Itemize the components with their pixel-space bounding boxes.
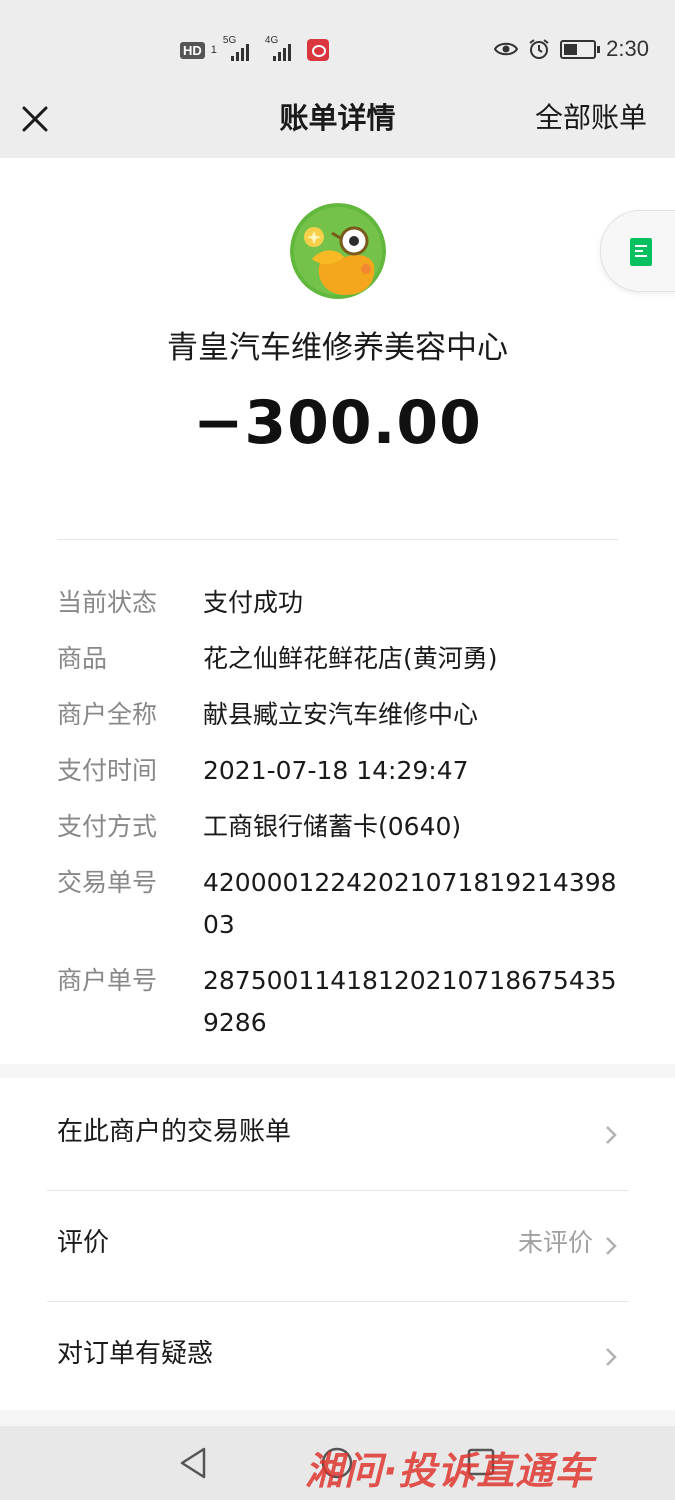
merchant-name: 青皇汽车维修养美容中心 — [167, 330, 508, 366]
detail-label: 商户全称 — [57, 700, 158, 729]
payment-amount: −300.00 — [193, 388, 482, 458]
rate-label: 评价 — [57, 1228, 110, 1258]
signal-4g-icon: 4G — [265, 35, 301, 63]
merchant-avatar — [290, 203, 386, 299]
section-gap — [0, 1064, 675, 1078]
signal-5g-icon: 5G — [223, 35, 259, 63]
rate-item[interactable]: 评价 未评价 — [0, 1191, 675, 1301]
eye-icon — [494, 42, 519, 56]
status-bar: HD 1 5G 4G 2:30 — [0, 0, 675, 96]
detail-row-pay-method: 支付方式 工商银行储蓄卡(0640) — [57, 806, 627, 848]
chevron-right-icon — [606, 1126, 617, 1144]
merchant-bills-label: 在此商户的交易账单 — [57, 1117, 292, 1147]
section-gap — [0, 1410, 675, 1426]
detail-label: 商户单号 — [57, 966, 158, 995]
detail-value[interactable]: 4200001224202107181921439803 — [203, 862, 623, 946]
title-bar: 账单详情 全部账单 — [0, 96, 675, 158]
all-bills-link[interactable]: 全部账单 — [535, 96, 647, 140]
detail-label: 交易单号 — [57, 868, 158, 897]
detail-label: 支付时间 — [57, 756, 158, 785]
receipt-icon — [630, 238, 652, 266]
detail-value: 献县臧立安汽车维修中心 — [203, 700, 479, 729]
status-time: 2:30 — [606, 36, 649, 61]
detail-label: 支付方式 — [57, 812, 158, 841]
chevron-right-icon — [606, 1237, 617, 1255]
duck-avatar-icon — [290, 203, 386, 299]
rate-status: 未评价 — [517, 1228, 593, 1257]
detail-value[interactable]: 287500114181202107186754359286 — [203, 960, 623, 1044]
notification-app-icon — [306, 39, 329, 61]
bill-details: 当前状态 支付成功 商品 花之仙鲜花鲜花店(黄河勇) 商户全称 献县臧立安汽车维… — [57, 582, 627, 1058]
watermark: 湘问·投诉直通车 — [305, 1449, 594, 1493]
detail-row-status: 当前状态 支付成功 — [57, 582, 627, 624]
order-question-label: 对订单有疑惑 — [57, 1339, 214, 1369]
detail-row-merchant-order-id: 商户单号 287500114181202107186754359286 — [57, 960, 627, 1044]
alarm-icon — [529, 39, 549, 59]
detail-label: 当前状态 — [57, 588, 158, 617]
merchant-bills-item[interactable]: 在此商户的交易账单 — [0, 1080, 675, 1190]
battery-icon — [560, 39, 601, 59]
detail-value: 支付成功 — [203, 588, 304, 617]
sim-slot: 1 — [210, 44, 217, 56]
floating-receipt-button[interactable] — [600, 210, 675, 292]
detail-value: 2021-07-18 14:29:47 — [203, 756, 469, 785]
close-icon[interactable] — [18, 102, 52, 136]
detail-value: 工商银行储蓄卡(0640) — [203, 812, 462, 841]
detail-value: 花之仙鲜花鲜花店(黄河勇) — [203, 644, 498, 673]
status-right: 2:30 — [494, 34, 649, 64]
detail-row-pay-time: 支付时间 2021-07-18 14:29:47 — [57, 750, 627, 792]
order-question-item[interactable]: 对订单有疑惑 — [0, 1302, 675, 1412]
hd-badge: HD — [180, 41, 205, 59]
detail-row-product: 商品 花之仙鲜花鲜花店(黄河勇) — [57, 638, 627, 680]
status-left: HD 1 5G 4G — [180, 35, 329, 64]
back-triangle-icon[interactable] — [178, 1446, 208, 1480]
chevron-right-icon — [606, 1348, 617, 1366]
detail-row-transaction-id: 交易单号 4200001224202107181921439803 — [57, 862, 627, 946]
detail-label: 商品 — [57, 644, 108, 673]
divider — [57, 539, 618, 540]
detail-row-merchant-fullname: 商户全称 献县臧立安汽车维修中心 — [57, 694, 627, 736]
